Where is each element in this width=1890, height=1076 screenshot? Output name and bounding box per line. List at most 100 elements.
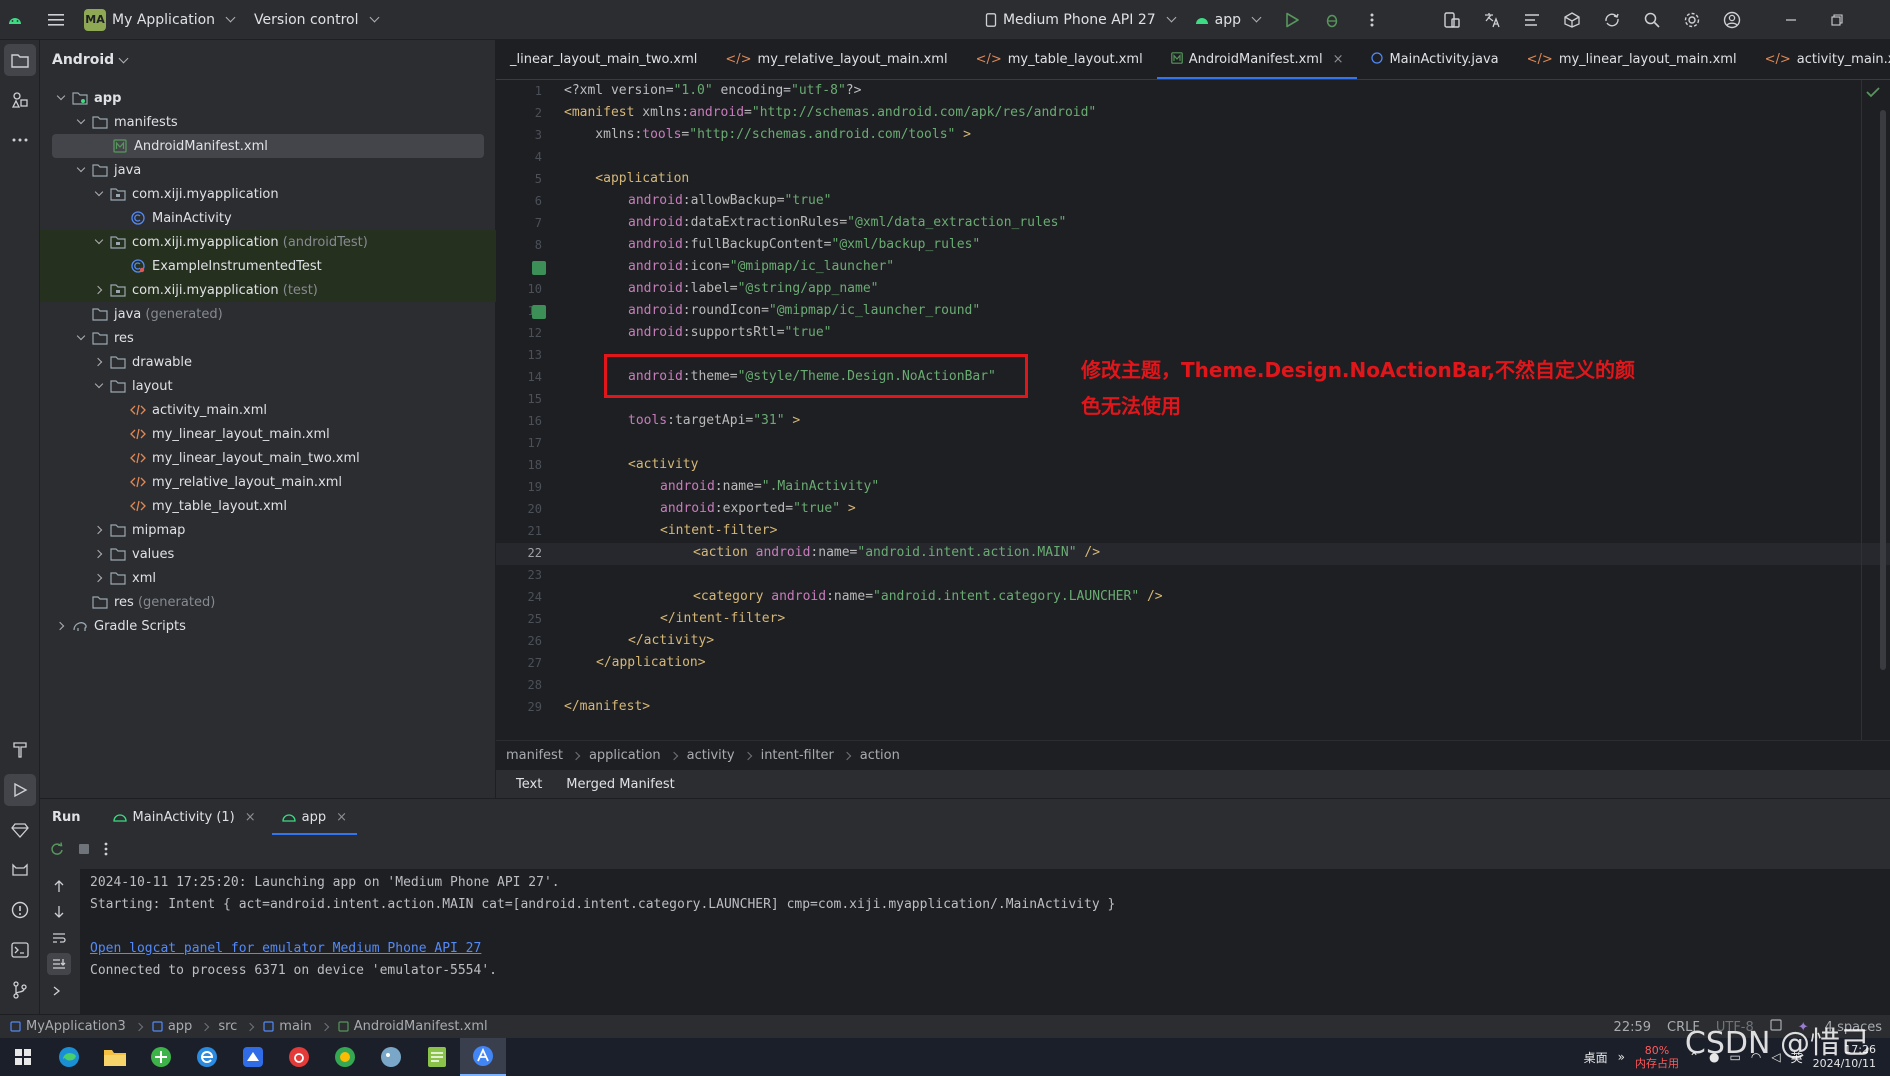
status-path-file[interactable]: AndroidManifest.xml [338,1019,488,1034]
tab-relative-layout[interactable]: </> my_relative_layout_main.xml [711,40,961,79]
translate-button[interactable] [1472,0,1512,40]
run-console[interactable]: 2024-10-11 17:25:20: Launching app on 'M… [80,869,1890,1015]
scroll-to-end-button[interactable] [47,953,71,975]
account-button[interactable] [1712,0,1752,40]
project-tool-button[interactable] [4,44,36,76]
stop-button[interactable] [78,843,90,859]
minimize-button[interactable] [1768,0,1814,40]
tree-item-package-androidtest[interactable]: com.xiji.myapplication (androidTest) [40,230,496,254]
desktop-toolbar-label[interactable]: 桌面 [1584,1049,1608,1066]
tree-item-androidmanifest[interactable]: AndroidManifest.xml [40,134,496,158]
breadcrumb-item[interactable]: action [860,748,900,763]
game-app-icon[interactable] [368,1038,414,1076]
device-selector[interactable]: Medium Phone API 27 [977,0,1187,40]
tree-item-xml[interactable]: xml [40,566,496,590]
tab-androidmanifest[interactable]: AndroidManifest.xml × [1156,40,1358,79]
tree-item-my-linear-layout-main[interactable]: my_linear_layout_main.xml [40,422,496,446]
netease-music-icon[interactable] [276,1038,322,1076]
code-editor[interactable]: 1 2 3 4 5 6 7 8 9 10 11 12 13 14 15 16 1… [496,80,1890,740]
tree-item-mipmap[interactable]: mipmap [40,518,496,542]
tree-item-res[interactable]: res [40,326,496,350]
resource-manager-button[interactable] [4,84,36,116]
more-actions-button[interactable] [1352,0,1392,40]
breadcrumb-item[interactable]: application [589,748,661,763]
tab-merged-manifest[interactable]: Merged Manifest [556,773,684,796]
tree-item-gradle-scripts[interactable]: Gradle Scripts [40,614,496,638]
edge-browser-icon[interactable] [46,1038,92,1076]
file-explorer-icon[interactable] [92,1038,138,1076]
logcat-tool-button[interactable] [4,854,36,886]
green-app-icon[interactable] [322,1038,368,1076]
problems-tool-button[interactable] [4,894,36,926]
tree-item-exampleinstrumentedtest[interactable]: ExampleInstrumentedTest [40,254,496,278]
status-path-src[interactable]: src [218,1019,237,1034]
build-tool-button[interactable] [4,734,36,766]
caret-position[interactable]: 22:59 [1614,1020,1651,1035]
run-config-selector[interactable]: app [1187,0,1272,40]
git-tool-button[interactable] [4,974,36,1006]
editor-scrollbar[interactable] [1880,110,1886,670]
logcat-button[interactable] [1512,0,1552,40]
tray-overflow-icon[interactable]: » [1618,1050,1625,1064]
tree-item-package-main[interactable]: com.xiji.myapplication [40,182,496,206]
android-studio-taskbar-icon[interactable] [460,1038,506,1076]
rerun-button[interactable] [50,842,64,860]
tree-item-my-relative-layout-main[interactable]: my_relative_layout_main.xml [40,470,496,494]
sync-button[interactable] [1592,0,1632,40]
tree-item-my-linear-layout-main-two[interactable]: my_linear_layout_main_two.xml [40,446,496,470]
browser-green-icon[interactable] [138,1038,184,1076]
tree-item-layout[interactable]: layout [40,374,496,398]
round-icon-preview[interactable] [532,305,546,319]
run-tab-mainactivity[interactable]: MainActivity (1) × [103,799,266,835]
terminal-tool-button[interactable] [4,934,36,966]
close-icon[interactable]: × [245,810,256,825]
close-icon[interactable]: × [336,810,347,825]
tree-item-my-table-layout[interactable]: my_table_layout.xml [40,494,496,518]
main-menu-button[interactable] [36,0,76,40]
windows-start-icon[interactable] [0,1038,46,1076]
run-tool-button[interactable] [4,774,36,806]
status-path-app[interactable]: app [152,1019,192,1034]
tab-linear-layout-main-two[interactable]: _linear_layout_main_two.xml [496,40,711,79]
ie-browser-icon[interactable] [184,1038,230,1076]
tree-item-activity-main[interactable]: activity_main.xml [40,398,496,422]
tree-item-package-test[interactable]: com.xiji.myapplication (test) [40,278,496,302]
device-manager-button[interactable] [1432,0,1472,40]
tree-item-java-generated[interactable]: java (generated) [40,302,496,326]
settings-button[interactable] [1672,0,1712,40]
breadcrumb-item[interactable]: intent-filter [761,748,834,763]
debug-button[interactable] [1312,0,1352,40]
tree-item-java[interactable]: java [40,158,496,182]
run-more-button[interactable] [104,842,108,860]
tree-item-app[interactable]: app [40,86,496,110]
more-tools-button[interactable] [4,124,36,156]
close-icon[interactable]: × [1333,52,1344,67]
tree-item-manifests[interactable]: manifests [40,110,496,134]
run-button[interactable] [1272,0,1312,40]
expand-button[interactable] [52,985,62,1001]
sdk-manager-button[interactable] [1552,0,1592,40]
soft-wrap-button[interactable] [52,931,66,949]
tab-mainactivity-java[interactable]: MainActivity.java [1357,40,1512,79]
tab-linear-layout-main[interactable]: </> my_linear_layout_main.xml [1513,40,1751,79]
tab-activity-main[interactable]: </> activity_main.xml [1751,40,1890,79]
launcher-icon-preview[interactable] [532,261,546,275]
vcs-selector[interactable]: Version control [246,0,389,40]
tree-item-mainactivity[interactable]: MainActivity [40,206,496,230]
open-logcat-link[interactable]: Open logcat panel for emulator Medium Ph… [90,941,481,956]
tree-item-drawable[interactable]: drawable [40,350,496,374]
breadcrumb-item[interactable]: manifest [506,748,563,763]
scroll-up-button[interactable] [52,879,66,897]
status-path-main[interactable]: main [263,1019,312,1034]
feishu-icon[interactable] [230,1038,276,1076]
project-view-selector[interactable]: Android [40,40,495,80]
tab-text[interactable]: Text [506,773,553,800]
memory-usage[interactable]: 80% 内存占用 [1635,1044,1679,1070]
breadcrumb-item[interactable]: activity [687,748,735,763]
tree-item-res-generated[interactable]: res (generated) [40,590,496,614]
tab-table-layout[interactable]: </> my_table_layout.xml [962,40,1157,79]
search-button[interactable] [1632,0,1672,40]
tree-item-values[interactable]: values [40,542,496,566]
status-path-project[interactable]: MyApplication3 [10,1019,126,1034]
scroll-down-button[interactable] [52,905,66,923]
